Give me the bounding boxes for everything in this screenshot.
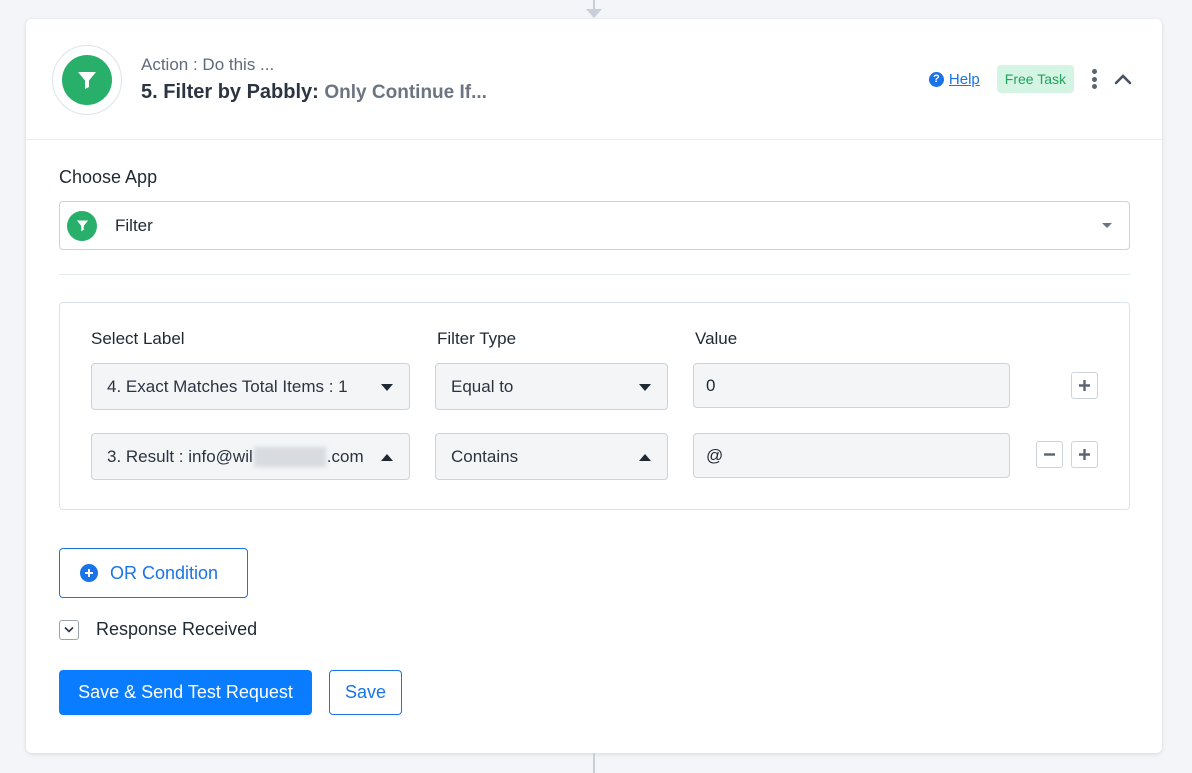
filter-type-dropdown[interactable]: Equal to [435,363,668,410]
step-title: 5. Filter by Pabbly: Only Continue If... [141,81,487,104]
plus-icon [1079,449,1090,460]
divider [59,274,1130,275]
value-input[interactable]: 0 [693,363,1010,408]
choose-app-select[interactable]: Filter [59,201,1130,250]
filter-conditions: Select Label Filter Type Value 4. Exact … [59,302,1130,510]
value-input[interactable]: @ [693,433,1010,478]
filter-type-dropdown[interactable]: Contains [435,433,668,480]
response-received-label: Response Received [96,619,258,639]
caret-down-icon [1102,223,1112,228]
or-condition-label: OR Condition [110,562,219,583]
response-received-toggle-row: Response Received [59,619,257,640]
connector-arrow-icon [586,9,602,18]
remove-condition-button[interactable] [1036,441,1063,468]
redacted-text [253,446,326,467]
select-label-dropdown[interactable]: 4. Exact Matches Total Items : 1 [91,363,410,410]
select-label-dropdown[interactable]: 3. Result : info@wil .com [91,433,410,480]
caret-down-icon [381,384,393,391]
step-header: Action : Do this ... 5. Filter by Pabbly… [26,19,1162,140]
filter-icon [62,55,112,105]
filter-icon [67,210,97,241]
select-label-value-suffix: .com [326,446,364,466]
add-condition-button[interactable] [1071,441,1098,468]
column-header-value: Value [695,329,738,348]
select-label-value: 4. Exact Matches Total Items : 1 [107,376,348,396]
caret-down-icon [639,384,651,391]
select-label-value-prefix: 3. Result : info@wil [107,446,253,466]
column-header-label: Select Label [91,329,185,348]
app-logo [52,45,122,115]
save-and-send-test-button[interactable]: Save & Send Test Request [59,670,312,715]
minus-icon [1044,453,1055,456]
step-app-name: 5. Filter by Pabbly: [141,81,319,103]
free-task-badge: Free Task [996,65,1074,93]
action-step-card: Action : Do this ... 5. Filter by Pabbly… [26,19,1162,753]
step-event-name: Only Continue If... [324,82,487,103]
help-label: Help [948,70,980,88]
value-text: @ [706,445,724,465]
value-text: 0 [706,375,716,395]
save-button[interactable]: Save [329,670,402,715]
plus-circle-icon [80,564,98,582]
column-header-filter-type: Filter Type [437,329,517,348]
selected-app-name: Filter [115,215,153,235]
filter-type-value: Contains [451,446,519,466]
more-options-icon[interactable] [1090,69,1098,89]
caret-up-icon [381,454,393,461]
connector-line-bottom [593,753,595,773]
expand-response-button[interactable] [59,619,79,640]
or-condition-button[interactable]: OR Condition [59,548,248,598]
help-icon: ? [928,71,944,87]
choose-app-label: Choose App [59,167,158,187]
help-link[interactable]: ? Help [928,70,980,88]
chevron-down-icon [64,626,74,633]
step-subtitle: Action : Do this ... [141,55,275,74]
chevron-up-icon[interactable] [1114,73,1132,85]
filter-type-value: Equal to [451,376,514,396]
caret-up-icon [639,454,651,461]
add-condition-button[interactable] [1071,372,1098,399]
plus-icon [1079,380,1090,391]
